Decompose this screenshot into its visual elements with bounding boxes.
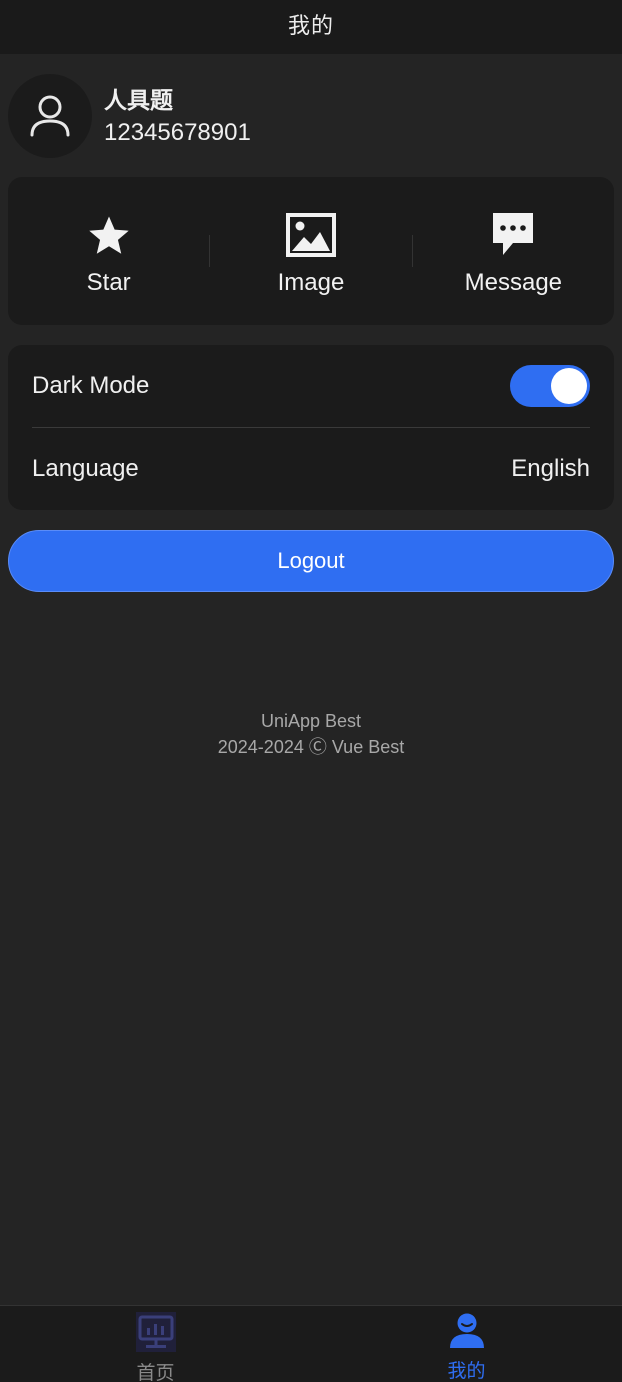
dashboard-monitor-icon <box>135 1312 176 1352</box>
language-value: English <box>511 455 590 482</box>
star-icon <box>88 216 129 254</box>
message-icon <box>493 213 534 255</box>
image-icon <box>285 213 336 257</box>
tab-home[interactable]: 首页 <box>0 1306 311 1382</box>
message-shortcut-button[interactable]: Message <box>413 177 614 325</box>
image-shortcut-button[interactable]: Image <box>210 177 411 325</box>
dark-mode-label: Dark Mode <box>32 372 150 399</box>
image-label: Image <box>277 269 345 296</box>
footer-copyright: 2024-2024 Ⓒ Vue Best <box>217 737 405 757</box>
dark-mode-toggle[interactable] <box>510 365 590 407</box>
profile-info: 人具题 12345678901 <box>104 84 251 148</box>
star-label: Star <box>86 269 131 296</box>
user-outline-icon <box>30 95 70 137</box>
page-title: 我的 <box>287 13 334 38</box>
profile-name: 人具题 <box>104 87 173 113</box>
tab-mine-label: 我的 <box>447 1361 486 1382</box>
language-row[interactable]: Language English <box>32 428 590 510</box>
avatar[interactable] <box>8 74 92 158</box>
toggle-knob <box>551 368 587 404</box>
app-root: 我的 人具题 12345678901 Star Image Message Da… <box>0 0 622 1382</box>
settings-card: Dark Mode Language English <box>8 345 614 510</box>
bottom-tabbar: 首页 我的 <box>0 1305 622 1382</box>
profile-phone: 12345678901 <box>104 119 251 146</box>
footer-app-name: UniApp Best <box>260 711 362 731</box>
top-navbar: 我的 <box>0 0 622 54</box>
message-label: Message <box>464 269 563 296</box>
star-shortcut-button[interactable]: Star <box>8 177 209 325</box>
logout-button[interactable]: Logout <box>8 530 614 592</box>
footer: UniApp Best 2024-2024 Ⓒ Vue Best <box>0 708 622 760</box>
dark-mode-row: Dark Mode <box>32 345 590 427</box>
language-label: Language <box>32 455 139 482</box>
tab-mine[interactable]: 我的 <box>311 1306 622 1382</box>
user-filled-icon <box>449 1313 484 1348</box>
tab-home-label: 首页 <box>136 1363 175 1382</box>
profile-section[interactable]: 人具题 12345678901 <box>8 73 614 159</box>
shortcut-card: Star Image Message <box>8 177 614 325</box>
